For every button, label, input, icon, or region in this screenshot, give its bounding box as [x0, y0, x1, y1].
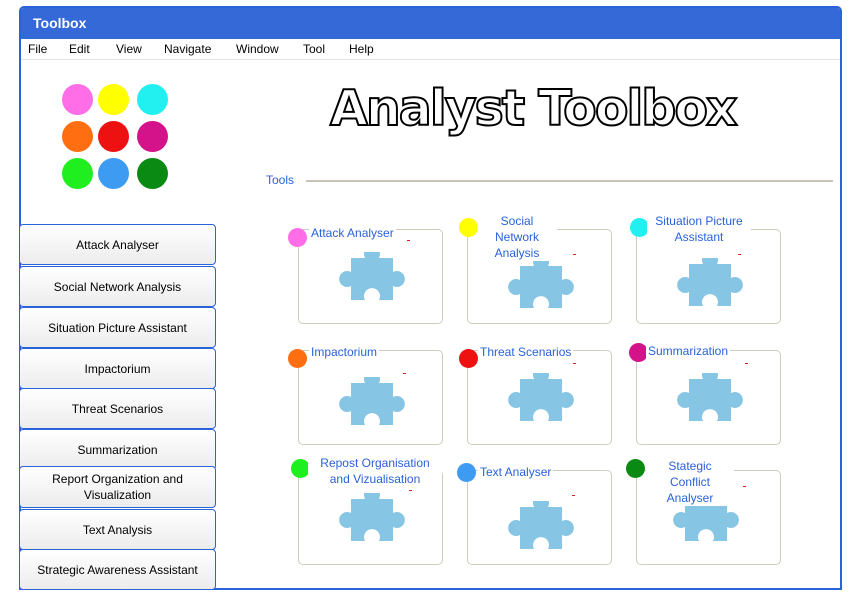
palette-dot-darkgreen [137, 158, 168, 189]
menu-edit[interactable]: Edit [69, 42, 90, 56]
tool-card-text-analyser[interactable] [467, 470, 612, 565]
menu-view[interactable]: View [116, 42, 142, 56]
tool-dot-darkgreen [626, 459, 645, 478]
indicator-mark [573, 363, 576, 364]
tool-card-impactorium[interactable] [298, 350, 443, 445]
palette-dot-magenta [137, 121, 168, 152]
menu-window[interactable]: Window [236, 42, 279, 56]
sidebar-button-impactorium[interactable]: Impactorium [19, 348, 216, 389]
puzzle-icon [339, 252, 405, 300]
palette-dot-cyan [137, 84, 168, 115]
tool-label-strategic-conflict-analyser: Stategic Conflict Analyser [646, 458, 734, 506]
sidebar-button-report-organization[interactable]: Report Organization and Visualization [19, 466, 216, 508]
app-title: Analyst Toolbox [329, 79, 739, 138]
tool-dot-red [459, 349, 478, 368]
tool-dot-orange [288, 349, 307, 368]
indicator-mark [409, 490, 412, 491]
sidebar-button-situation-picture-assistant[interactable]: Situation Picture Assistant [19, 307, 216, 348]
puzzle-icon [339, 493, 405, 541]
sidebar-button-text-analysis[interactable]: Text Analysis [19, 509, 216, 550]
tools-divider [306, 180, 833, 182]
sidebar-button-threat-scenarios[interactable]: Threat Scenarios [19, 388, 216, 429]
title-bar[interactable]: Toolbox [21, 8, 840, 39]
tool-label-report-organisation: Repost Organisation and Vizualisation [308, 455, 442, 487]
menu-navigate[interactable]: Navigate [164, 42, 211, 56]
puzzle-icon [508, 501, 574, 549]
puzzle-icon [508, 373, 574, 421]
indicator-mark [572, 495, 575, 496]
sidebar-button-summarization[interactable]: Summarization [19, 429, 216, 470]
menu-help[interactable]: Help [349, 42, 374, 56]
tool-label-text-analyser: Text Analyser [478, 464, 554, 480]
tool-card-threat-scenarios[interactable] [467, 350, 612, 445]
tool-label-attack-analyser: Attack Analyser [309, 225, 396, 241]
puzzle-icon [677, 258, 743, 306]
menu-bar: File Edit View Navigate Window Tool Help [21, 39, 840, 60]
tool-card-attack-analyser[interactable] [298, 229, 443, 324]
puzzle-icon [508, 260, 574, 308]
tool-dot-pink [288, 228, 307, 247]
tool-dot-blue [457, 463, 476, 482]
menu-file[interactable]: File [28, 42, 47, 56]
indicator-mark [407, 240, 410, 241]
sidebar-button-strategic-awareness[interactable]: Strategic Awareness Assistant [19, 549, 216, 590]
palette-dot-yellow [98, 84, 129, 115]
palette-dot-pink [62, 84, 93, 115]
indicator-mark [745, 363, 748, 364]
palette-dot-orange [62, 121, 93, 152]
puzzle-icon [339, 377, 405, 425]
tool-label-threat-scenarios: Threat Scenarios [478, 344, 574, 360]
tool-dot-yellow [459, 218, 478, 237]
indicator-mark [738, 254, 741, 255]
puzzle-icon [677, 373, 743, 421]
window-title: Toolbox [33, 15, 87, 31]
indicator-mark [743, 486, 746, 487]
palette-dot-blue [98, 158, 129, 189]
indicator-mark [403, 373, 406, 374]
tool-card-summarization[interactable] [636, 350, 781, 445]
menu-tool[interactable]: Tool [303, 42, 325, 56]
palette-dot-red [98, 121, 129, 152]
indicator-mark [573, 254, 576, 255]
sidebar-button-social-network-analysis[interactable]: Social Network Analysis [19, 266, 216, 307]
tool-label-impactorium: Impactorium [309, 344, 380, 360]
tool-label-summarization: Summarization [646, 343, 731, 359]
tool-label-situation-picture-assistant: Situation Picture Assistant [647, 213, 751, 245]
sidebar-button-attack-analyser[interactable]: Attack Analyser [19, 224, 216, 265]
tools-group-label: Tools [266, 173, 295, 187]
tool-label-social-network-analysis: Social Network Analysis [477, 213, 557, 261]
palette-dot-green [62, 158, 93, 189]
